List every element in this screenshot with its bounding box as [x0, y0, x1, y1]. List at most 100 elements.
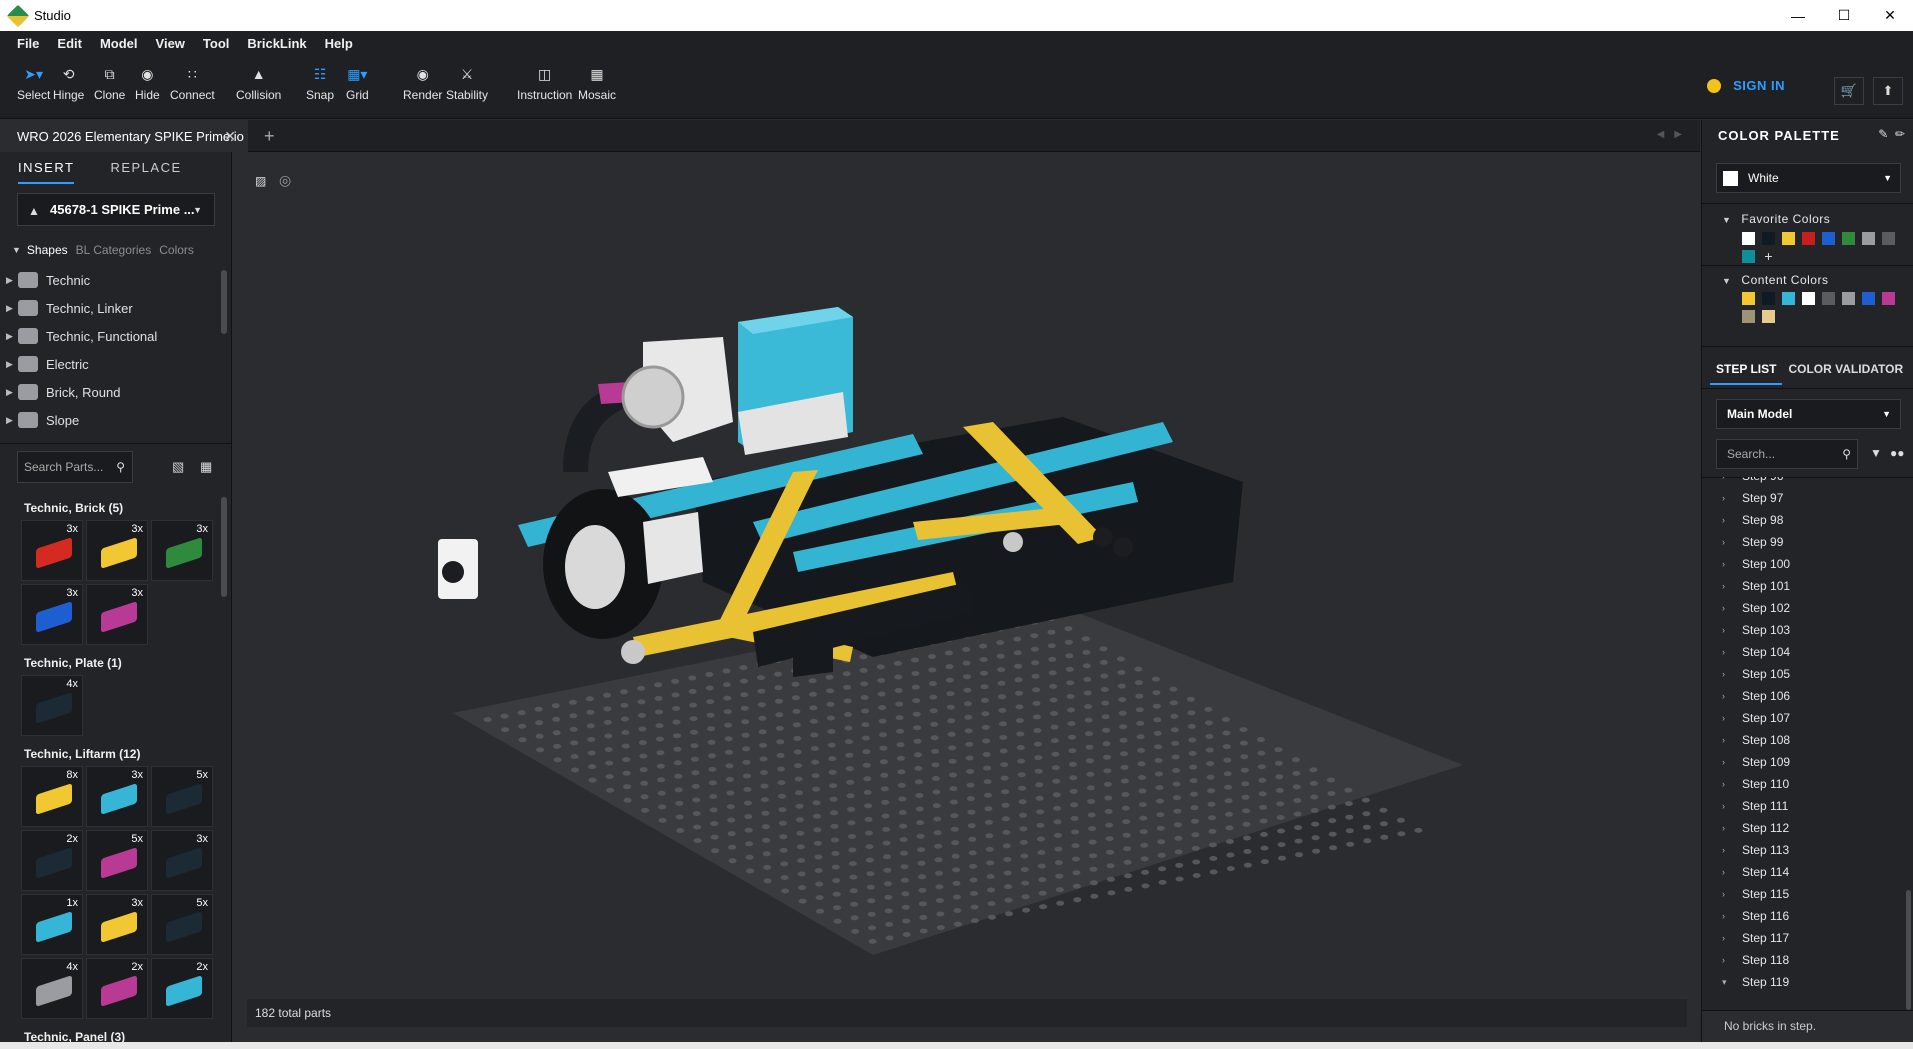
step-row[interactable]: › Step 117 [1702, 927, 1902, 949]
snap-tool-button[interactable]: ☷ Snap [306, 63, 334, 103]
tab-shapes[interactable]: Shapes [27, 243, 68, 257]
menu-model[interactable]: Model [91, 31, 147, 57]
step-row[interactable]: › Step 107 [1702, 707, 1902, 729]
color-swatch[interactable] [1762, 310, 1775, 323]
step-row[interactable]: › Step 106 [1702, 685, 1902, 707]
add-favorite-color-button[interactable]: + [1762, 249, 1775, 263]
part-tile[interactable]: 2x [151, 958, 213, 1019]
step-row[interactable]: › Step 115 [1702, 883, 1902, 905]
step-row[interactable]: › Step 116 [1702, 905, 1902, 927]
step-row[interactable]: › Step 109 [1702, 751, 1902, 773]
chevron-right-icon[interactable]: › [1722, 515, 1742, 525]
chevron-right-icon[interactable]: › [1722, 603, 1742, 613]
chevron-right-icon[interactable]: › [1722, 559, 1742, 569]
color-swatch[interactable] [1882, 232, 1895, 245]
step-row[interactable]: › Step 101 [1702, 575, 1902, 597]
step-search-input[interactable]: Search... ⚲ [1716, 439, 1858, 469]
part-tile[interactable]: 8x [21, 766, 83, 827]
chevron-right-icon[interactable]: › [1722, 757, 1742, 767]
part-tile[interactable]: 4x [21, 675, 83, 736]
document-tab[interactable]: WRO 2026 Elementary SPIKE Prime.io ✕ [0, 120, 248, 152]
chevron-right-icon[interactable]: › [1722, 889, 1742, 899]
color-swatch[interactable] [1742, 250, 1755, 263]
search-icon[interactable]: ⚲ [116, 460, 125, 474]
part-tile[interactable]: 4x [21, 958, 83, 1019]
camera-icon[interactable]: ▨ [255, 174, 266, 188]
step-row[interactable]: › Step 103 [1702, 619, 1902, 641]
step-row[interactable]: › Step 99 [1702, 531, 1902, 553]
color-dropdown[interactable]: White ▼ [1716, 163, 1901, 193]
chevron-right-icon[interactable]: › [1722, 537, 1742, 547]
step-row[interactable]: › Step 112 [1702, 817, 1902, 839]
select-tool-button[interactable]: ➤▾ Select [17, 63, 50, 103]
step-list-scrollbar[interactable] [1906, 890, 1911, 1010]
step-row[interactable]: ›Step 96 [1702, 477, 1902, 487]
tab-insert[interactable]: INSERT [18, 152, 75, 184]
chevron-right-icon[interactable]: › [1722, 779, 1742, 789]
set-dropdown[interactable]: ▲ 45678-1 SPIKE Prime ... ▼ [17, 193, 215, 226]
step-row[interactable]: › Step 102 [1702, 597, 1902, 619]
tab-scroll-arrows[interactable]: ◀▶ [1657, 129, 1692, 140]
color-swatch[interactable] [1762, 292, 1775, 305]
part-tile[interactable]: 3x [86, 584, 148, 645]
color-swatch[interactable] [1762, 232, 1775, 245]
step-row[interactable]: ▾ Step 119 [1702, 971, 1902, 993]
clone-tool-button[interactable]: ⧉ Clone [94, 63, 125, 103]
menu-file[interactable]: File [8, 31, 48, 57]
part-tile[interactable]: 5x [151, 766, 213, 827]
part-tile[interactable]: 3x [86, 894, 148, 955]
menu-help[interactable]: Help [316, 31, 362, 57]
mosaic-tool-button[interactable]: ▦ Mosaic [578, 63, 616, 103]
chevron-right-icon[interactable]: › [1722, 933, 1742, 943]
color-swatch[interactable] [1822, 232, 1835, 245]
part-tile[interactable]: 3x [86, 766, 148, 827]
part-tile[interactable]: 2x [86, 958, 148, 1019]
color-swatch[interactable] [1742, 310, 1755, 323]
chevron-right-icon[interactable]: › [1722, 647, 1742, 657]
tab-colors[interactable]: Colors [159, 243, 194, 257]
chevron-down-icon[interactable]: ▾ [1722, 977, 1742, 988]
tab-bl-categories[interactable]: BL Categories [76, 243, 152, 257]
cart-button[interactable]: 🛒 [1834, 77, 1864, 105]
step-row[interactable]: › Step 98 [1702, 509, 1902, 531]
chevron-right-icon[interactable]: › [1722, 911, 1742, 921]
color-swatch[interactable] [1742, 232, 1755, 245]
parts-scrollbar[interactable] [221, 497, 227, 597]
shape-item-slope[interactable]: ▶ Slope [0, 406, 222, 434]
search-parts-input[interactable]: Search Parts... ⚲ [17, 451, 133, 483]
hide-unused-icon[interactable]: ▧ [172, 459, 184, 475]
menu-view[interactable]: View [147, 31, 194, 57]
hinge-tool-button[interactable]: ⟲ Hinge [53, 63, 84, 103]
part-tile[interactable]: 3x [151, 520, 213, 581]
hide-tool-button[interactable]: ◉ Hide [135, 63, 160, 103]
step-row[interactable]: › Step 97 [1702, 487, 1902, 509]
part-tile[interactable]: 3x [151, 830, 213, 891]
menu-bricklink[interactable]: BrickLink [238, 31, 315, 57]
shape-item-technic-linker[interactable]: ▶ Technic, Linker [0, 294, 222, 322]
color-swatch[interactable] [1842, 292, 1855, 305]
search-icon[interactable]: ⚲ [1842, 447, 1851, 461]
glasses-icon[interactable]: ●● [1890, 446, 1905, 460]
shape-item-electric[interactable]: ▶ Electric [0, 350, 222, 378]
shape-list-scrollbar[interactable] [221, 270, 227, 334]
favorite-colors-header[interactable]: ▼ Favorite Colors [1722, 212, 1830, 226]
close-tab-icon[interactable]: ✕ [224, 128, 236, 145]
chevron-right-icon[interactable]: › [1722, 691, 1742, 701]
chevron-right-icon[interactable]: › [1722, 955, 1742, 965]
part-tile[interactable]: 3x [21, 520, 83, 581]
part-tile[interactable]: 2x [21, 830, 83, 891]
connect-tool-button[interactable]: ∷ Connect [170, 63, 215, 103]
paint-roller-icon[interactable]: ✎ [1878, 127, 1888, 141]
step-row[interactable]: › Step 111 [1702, 795, 1902, 817]
3d-viewport[interactable]: ▨ ◎ 182 total parts [233, 152, 1700, 1042]
chevron-right-icon[interactable]: › [1722, 823, 1742, 833]
color-swatch[interactable] [1782, 232, 1795, 245]
color-swatch[interactable] [1802, 232, 1815, 245]
part-tile[interactable]: 5x [86, 830, 148, 891]
collapse-chevron-icon[interactable]: ▼ [12, 245, 21, 255]
chevron-right-icon[interactable]: › [1722, 713, 1742, 723]
part-tile[interactable]: 3x [21, 584, 83, 645]
step-row[interactable]: › Step 104 [1702, 641, 1902, 663]
chevron-right-icon[interactable]: › [1722, 735, 1742, 745]
step-row[interactable]: › Step 113 [1702, 839, 1902, 861]
